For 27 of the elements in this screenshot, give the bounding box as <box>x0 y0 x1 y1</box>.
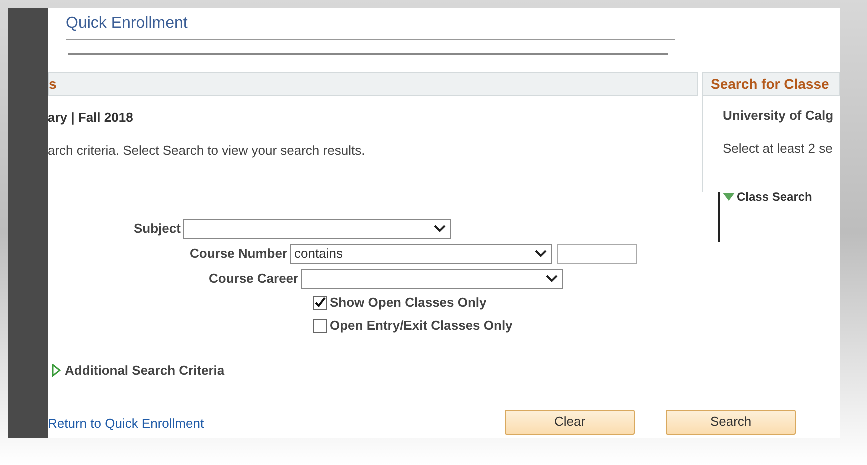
step-label: Class Search <box>737 189 812 206</box>
field-label: Subject <box>134 220 181 238</box>
chevron-down-icon <box>534 250 547 258</box>
institution-name: University of Calg <box>723 107 834 125</box>
field-label: Course Number <box>190 244 288 263</box>
term-label: ary | Fall 2018 <box>48 109 134 127</box>
action-button[interactable]: Clear <box>505 410 636 434</box>
text-input-field[interactable] <box>556 244 637 264</box>
dropdown-field[interactable]: contains <box>290 244 552 264</box>
hint-text: Select at least 2 se <box>723 140 833 158</box>
instructions-text: arch criteria. Select Search to view your search results. <box>48 142 366 160</box>
expand-toggle[interactable]: Additional Search Criteria <box>52 361 225 380</box>
checkbox-label: Open Entry/Exit Classes Only <box>330 316 513 335</box>
side-panel-title: Search for Classe <box>711 74 830 94</box>
checkbox-label: Show Open Classes Only <box>330 294 487 312</box>
page-title: Quick Enrollment <box>66 14 188 34</box>
return-link[interactable]: Return to Quick Enrollment <box>48 414 204 434</box>
chevron-down-icon <box>434 224 446 232</box>
dropdown-field[interactable] <box>300 268 563 288</box>
checkbox[interactable] <box>313 296 327 310</box>
field-label: Course Career <box>209 270 299 288</box>
dropdown-field[interactable] <box>182 218 451 238</box>
action-button[interactable]: Search <box>666 410 796 434</box>
section-title: s <box>49 74 57 94</box>
chevron-down-icon <box>546 274 558 282</box>
step-marker-icon <box>723 193 735 201</box>
checkbox[interactable] <box>313 318 327 332</box>
